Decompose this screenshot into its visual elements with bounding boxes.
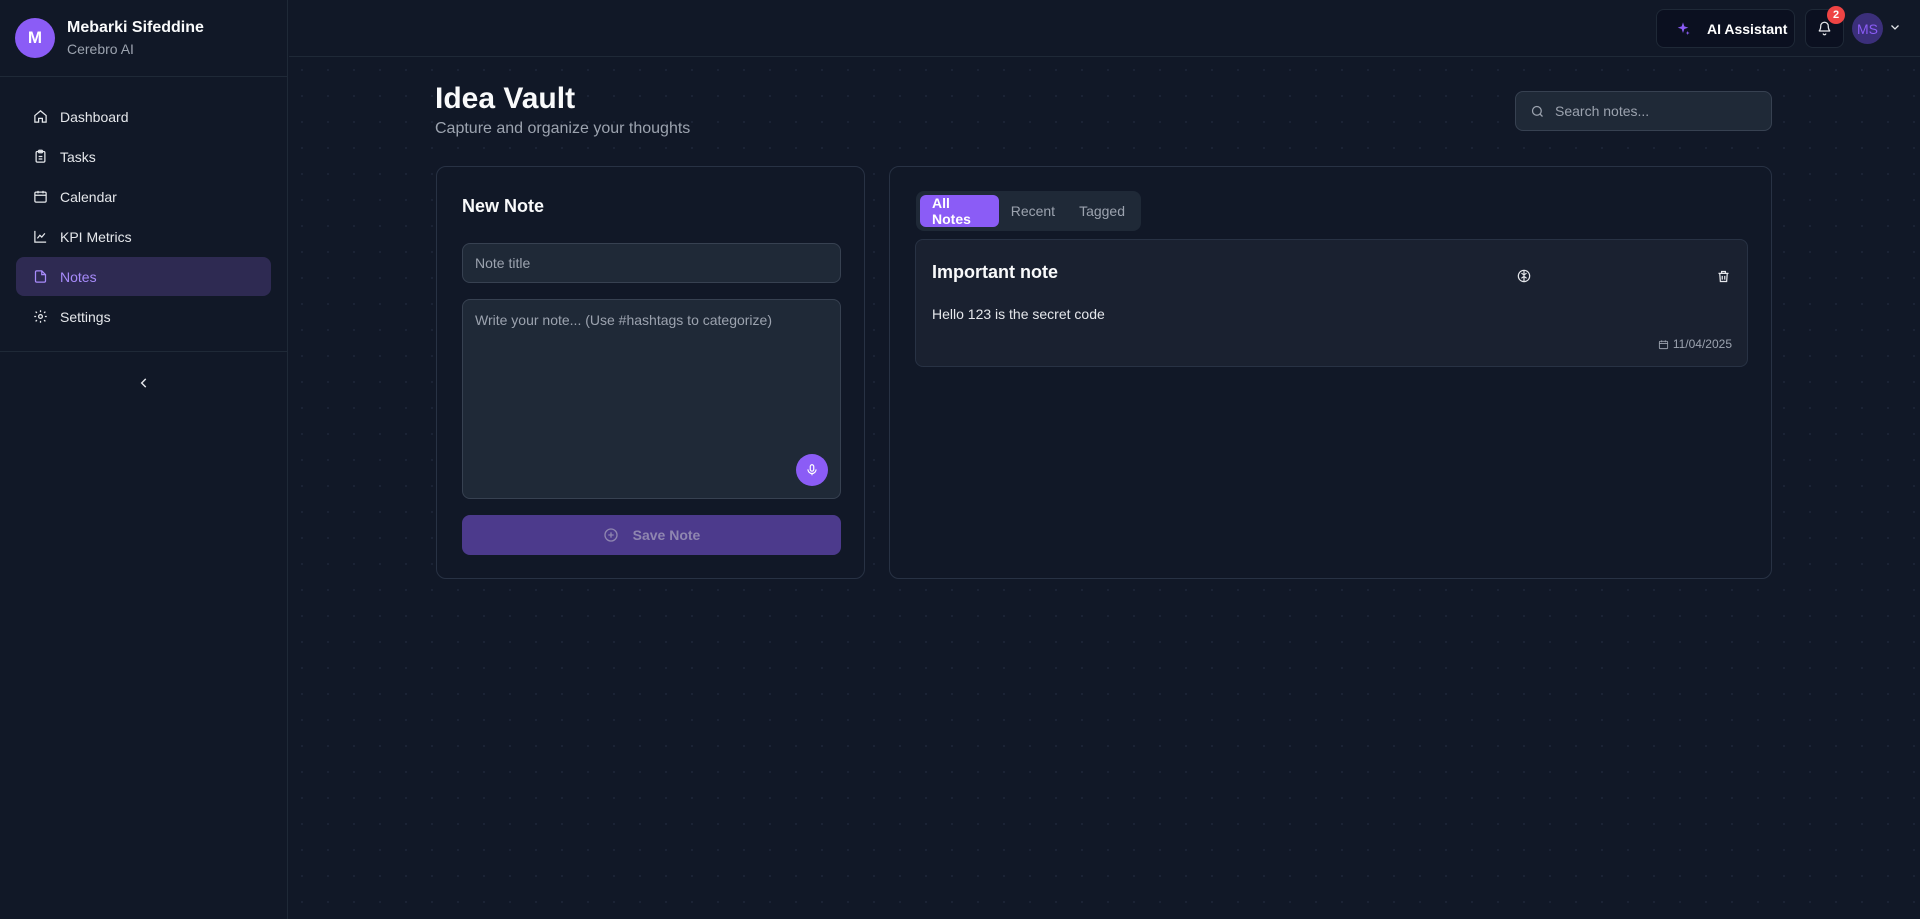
sidebar-item-label: Tasks	[60, 148, 96, 165]
file-icon	[34, 270, 47, 283]
search-input[interactable]	[1555, 103, 1755, 119]
chart-line-icon	[34, 230, 47, 243]
save-note-label: Save Note	[632, 527, 701, 543]
note-date-text: 11/04/2025	[1672, 337, 1732, 351]
home-icon	[34, 110, 47, 123]
notification-badge: 2	[1827, 6, 1845, 24]
search-icon	[1531, 105, 1543, 117]
clipboard-icon	[35, 149, 46, 163]
sidebar-item-label: Notes	[60, 268, 97, 285]
sidebar-nav: Dashboard Tasks Calendar KPI Metrics Not…	[0, 77, 287, 352]
user-menu[interactable]: MS	[1852, 13, 1901, 44]
sidebar-item-label: Dashboard	[60, 108, 129, 125]
notes-list-panel: All Notes Recent Tagged Important note H…	[889, 166, 1772, 579]
sidebar-item-dashboard[interactable]: Dashboard	[16, 97, 271, 136]
sidebar-item-settings[interactable]: Settings	[16, 297, 271, 336]
trash-icon[interactable]	[1711, 264, 1735, 288]
note-date: 11/04/2025	[1658, 337, 1732, 351]
new-note-panel: New Note Save Note	[436, 166, 865, 579]
bell-icon	[1818, 21, 1831, 36]
new-note-heading: New Note	[462, 196, 545, 216]
note-body: Hello 123 is the secret code	[932, 306, 1105, 322]
note-title: Important note	[932, 262, 1058, 282]
organization-name: Cerebro AI	[67, 41, 134, 57]
sidebar-item-tasks[interactable]: Tasks	[16, 137, 271, 176]
sidebar-item-notes[interactable]: Notes	[16, 257, 271, 296]
sidebar-item-kpi-metrics[interactable]: KPI Metrics	[16, 217, 271, 256]
save-note-button[interactable]: Save Note	[462, 515, 841, 555]
sidebar-item-calendar[interactable]: Calendar	[16, 177, 271, 216]
collapse-sidebar	[0, 352, 287, 395]
microphone-icon	[807, 464, 817, 476]
page-subtitle: Capture and organize your thoughts	[435, 120, 691, 137]
tab-all-notes[interactable]: All Notes	[920, 195, 999, 227]
plus-circle-icon	[603, 528, 618, 542]
ai-assistant-label: AI Assistant	[1707, 20, 1788, 37]
note-card[interactable]: Important note Hello 123 is the secret c…	[915, 239, 1748, 367]
sidebar: M Mebarki Sifeddine Cerebro AI Dashboard…	[0, 0, 288, 919]
sparkles-icon	[1677, 21, 1690, 35]
sidebar-item-label: Calendar	[60, 188, 117, 205]
note-body-textarea[interactable]	[462, 299, 841, 499]
tab-tagged[interactable]: Tagged	[1067, 195, 1137, 227]
note-title-input[interactable]	[462, 243, 841, 283]
calendar-icon	[1658, 339, 1668, 349]
avatar[interactable]: M	[15, 18, 55, 58]
app-root: M Mebarki Sifeddine Cerebro AI Dashboard…	[0, 0, 1920, 919]
search-box	[1515, 91, 1772, 131]
page-title: Idea Vault	[435, 82, 576, 115]
ai-assistant-button[interactable]: AI Assistant	[1656, 9, 1795, 48]
sidebar-item-label: Settings	[60, 308, 111, 325]
voice-input-button[interactable]	[796, 454, 828, 486]
tab-recent[interactable]: Recent	[999, 195, 1067, 227]
avatar: MS	[1852, 13, 1883, 44]
chevron-down-icon	[1889, 20, 1901, 38]
profile-header: M Mebarki Sifeddine Cerebro AI	[0, 0, 287, 77]
calendar-icon	[34, 190, 47, 203]
notes-filter-tabs: All Notes Recent Tagged	[916, 191, 1141, 231]
brain-icon[interactable]	[1512, 264, 1536, 288]
sidebar-item-label: KPI Metrics	[60, 228, 132, 245]
chevron-left-icon[interactable]	[137, 376, 151, 395]
gear-icon	[34, 310, 47, 323]
user-name: Mebarki Sifeddine	[67, 19, 204, 36]
